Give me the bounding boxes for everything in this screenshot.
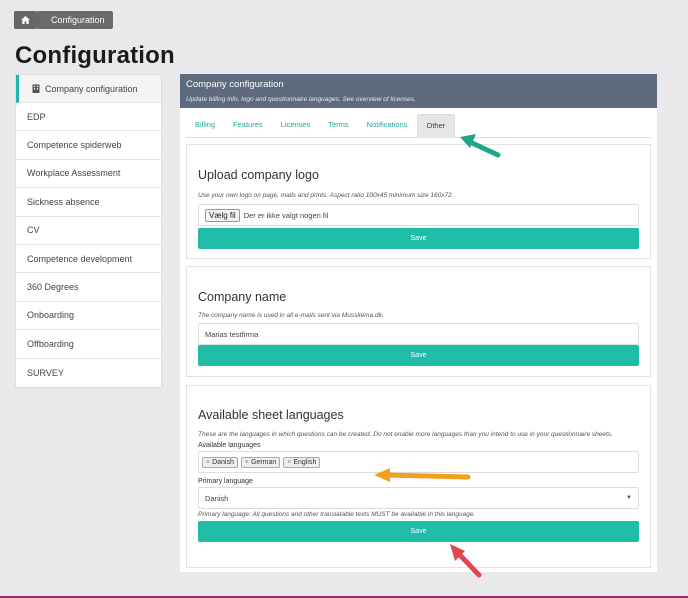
green-arrow-icon [460, 134, 501, 158]
orange-arrow-icon [374, 468, 471, 482]
red-arrow-icon [450, 544, 482, 578]
annotation-arrows [374, 134, 501, 578]
